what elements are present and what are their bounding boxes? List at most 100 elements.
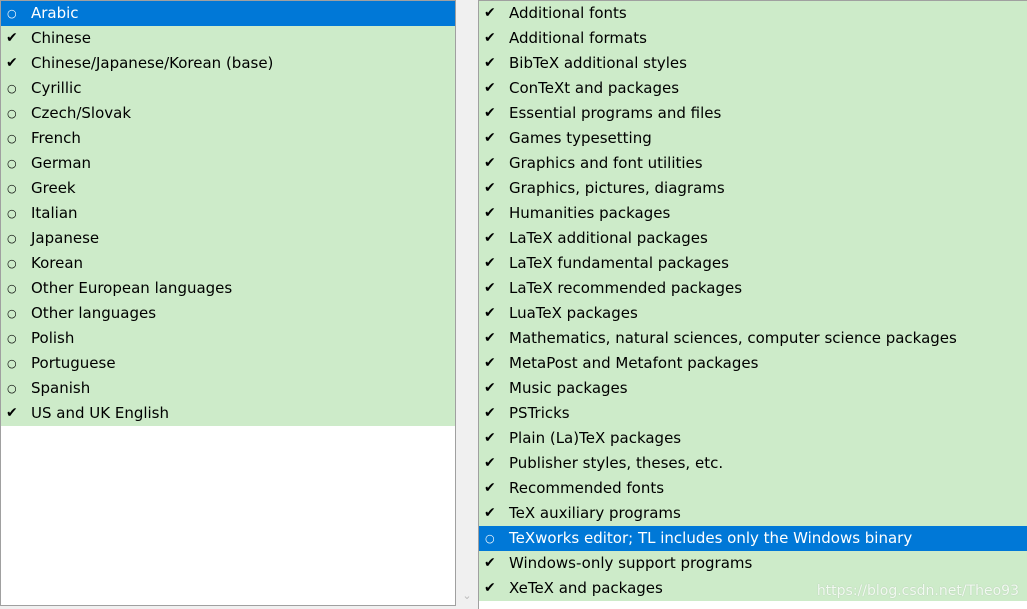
unchecked-circle-icon[interactable]: ○: [1, 326, 31, 351]
list-item-label: Recommended fonts: [509, 479, 665, 497]
list-item-label: Publisher styles, theses, etc.: [509, 454, 724, 472]
unchecked-circle-icon[interactable]: ○: [479, 526, 509, 551]
chevron-down-icon[interactable]: ⌄: [461, 590, 473, 602]
list-item[interactable]: ✔ LaTeX additional packages: [479, 226, 1027, 251]
list-item[interactable]: ✔ PSTricks: [479, 401, 1027, 426]
list-item[interactable]: ○ Portuguese: [1, 351, 455, 376]
list-item[interactable]: ○ Japanese: [1, 226, 455, 251]
checkmark-icon[interactable]: ✔: [479, 276, 509, 301]
list-item[interactable]: ✔ US and UK English: [1, 401, 455, 426]
list-item-label: Czech/Slovak: [31, 104, 132, 122]
unchecked-circle-icon[interactable]: ○: [1, 351, 31, 376]
unchecked-circle-icon[interactable]: ○: [1, 101, 31, 126]
list-item-label: Additional formats: [509, 29, 647, 47]
list-item[interactable]: ✔ Chinese/Japanese/Korean (base): [1, 51, 455, 76]
checkmark-icon[interactable]: ✔: [479, 401, 509, 426]
checkmark-icon[interactable]: ✔: [479, 376, 509, 401]
checkmark-icon[interactable]: ✔: [479, 501, 509, 526]
unchecked-circle-icon[interactable]: ○: [1, 176, 31, 201]
checkmark-icon[interactable]: ✔: [479, 476, 509, 501]
other-collection-list[interactable]: ✔ Additional fonts ✔ Additional formats ✔ Bib…: [478, 0, 1027, 609]
checkmark-icon[interactable]: ✔: [479, 51, 509, 76]
checkmark-icon[interactable]: ✔: [479, 26, 509, 51]
list-item[interactable]: ✔ Essential programs and files: [479, 101, 1027, 126]
list-item[interactable]: ✔ BibTeX additional styles: [479, 51, 1027, 76]
list-item[interactable]: ✔ Graphics, pictures, diagrams: [479, 176, 1027, 201]
checkmark-icon[interactable]: ✔: [479, 451, 509, 476]
unchecked-circle-icon[interactable]: ○: [1, 301, 31, 326]
list-item[interactable]: ✔ XeTeX and packages: [479, 576, 1027, 601]
list-item-label: LuaTeX packages: [509, 304, 638, 322]
checkmark-icon[interactable]: ✔: [479, 76, 509, 101]
unchecked-circle-icon[interactable]: ○: [1, 376, 31, 401]
list-item[interactable]: ✔ Additional fonts: [479, 1, 1027, 26]
unchecked-circle-icon[interactable]: ○: [1, 126, 31, 151]
checkmark-icon[interactable]: ✔: [479, 201, 509, 226]
checkmark-icon[interactable]: ✔: [479, 301, 509, 326]
checkmark-icon[interactable]: ✔: [479, 101, 509, 126]
list-item[interactable]: ○ Czech/Slovak: [1, 101, 455, 126]
list-item[interactable]: ○ French: [1, 126, 455, 151]
list-item-label: LaTeX additional packages: [509, 229, 708, 247]
list-item[interactable]: ✔ Games typesetting: [479, 126, 1027, 151]
unchecked-circle-icon[interactable]: ○: [1, 151, 31, 176]
list-item-label: Japanese: [31, 229, 100, 247]
list-item[interactable]: ✔ Publisher styles, theses, etc.: [479, 451, 1027, 476]
unchecked-circle-icon[interactable]: ○: [1, 276, 31, 301]
unchecked-circle-icon[interactable]: ○: [1, 251, 31, 276]
checkmark-icon[interactable]: ✔: [479, 226, 509, 251]
list-item[interactable]: ○ Greek: [1, 176, 455, 201]
list-item[interactable]: ○ Spanish: [1, 376, 455, 401]
checkmark-icon[interactable]: ✔: [479, 251, 509, 276]
checkmark-icon[interactable]: ✔: [1, 51, 31, 76]
list-item-label: Windows-only support programs: [509, 554, 753, 572]
checkmark-icon[interactable]: ✔: [479, 126, 509, 151]
list-item[interactable]: ✔ LaTeX fundamental packages: [479, 251, 1027, 276]
list-item[interactable]: ○ Korean: [1, 251, 455, 276]
list-item-label: TeXworks editor; TL includes only the Wi…: [509, 529, 913, 547]
unchecked-circle-icon[interactable]: ○: [1, 201, 31, 226]
list-item[interactable]: ✔ Humanities packages: [479, 201, 1027, 226]
checkmark-icon[interactable]: ✔: [479, 151, 509, 176]
list-item[interactable]: ✔ ConTeXt and packages: [479, 76, 1027, 101]
list-item[interactable]: ✔ LaTeX recommended packages: [479, 276, 1027, 301]
list-item[interactable]: ✔ LuaTeX packages: [479, 301, 1027, 326]
list-item[interactable]: ✔ MetaPost and Metafont packages: [479, 351, 1027, 376]
list-item[interactable]: ○ Cyrillic: [1, 76, 455, 101]
list-item[interactable]: ✔ Plain (La)TeX packages: [479, 426, 1027, 451]
list-item[interactable]: ○ German: [1, 151, 455, 176]
list-item[interactable]: ○ Polish: [1, 326, 455, 351]
checkmark-icon[interactable]: ✔: [1, 401, 31, 426]
unchecked-circle-icon[interactable]: ○: [1, 226, 31, 251]
list-item[interactable]: ✔ TeX auxiliary programs: [479, 501, 1027, 526]
list-item-label: Other languages: [31, 304, 157, 322]
list-item-label: BibTeX additional styles: [509, 54, 687, 72]
list-item[interactable]: ✔ Additional formats: [479, 26, 1027, 51]
list-item[interactable]: ✔ Recommended fonts: [479, 476, 1027, 501]
list-item[interactable]: ○ Other languages: [1, 301, 455, 326]
list-item[interactable]: ✔ Mathematics, natural sciences, computer…: [479, 326, 1027, 351]
list-item-label: Other European languages: [31, 279, 233, 297]
checkmark-icon[interactable]: ✔: [479, 426, 509, 451]
list-item[interactable]: ✔ Music packages: [479, 376, 1027, 401]
checkmark-icon[interactable]: ✔: [479, 351, 509, 376]
language-collection-list[interactable]: ○ Arabic ✔ Chinese ✔ Chinese/Japanese/Korean …: [0, 0, 456, 606]
list-item[interactable]: ○ Italian: [1, 201, 455, 226]
checkmark-icon[interactable]: ✔: [479, 551, 509, 576]
checkmark-icon[interactable]: ✔: [479, 176, 509, 201]
list-item[interactable]: ○ TeXworks editor; TL includes only the W…: [479, 526, 1027, 551]
list-item-label: Chinese/Japanese/Korean (base): [31, 54, 274, 72]
list-item-label: Cyrillic: [31, 79, 82, 97]
checkmark-icon[interactable]: ✔: [479, 576, 509, 601]
list-item[interactable]: ○ Other European languages: [1, 276, 455, 301]
checkmark-icon[interactable]: ✔: [479, 1, 509, 26]
list-item[interactable]: ✔ Chinese: [1, 26, 455, 51]
list-item[interactable]: ○ Arabic: [1, 1, 455, 26]
unchecked-circle-icon[interactable]: ○: [1, 76, 31, 101]
list-item-label: US and UK English: [31, 404, 170, 422]
list-item[interactable]: ✔ Graphics and font utilities: [479, 151, 1027, 176]
unchecked-circle-icon[interactable]: ○: [1, 1, 31, 26]
checkmark-icon[interactable]: ✔: [479, 326, 509, 351]
checkmark-icon[interactable]: ✔: [1, 26, 31, 51]
list-item[interactable]: ✔ Windows-only support programs: [479, 551, 1027, 576]
